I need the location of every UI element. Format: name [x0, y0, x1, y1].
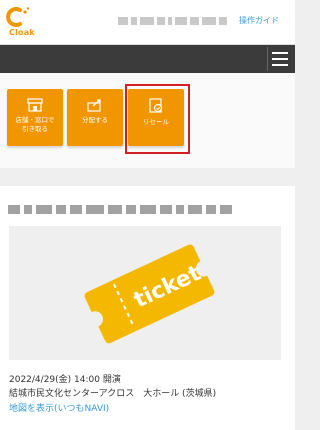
masked-event-title	[8, 202, 270, 216]
ticket-illustration-icon: ticket	[84, 244, 215, 344]
app-header: Cloak 操作ガイド	[0, 0, 295, 45]
masked-user-name	[118, 16, 230, 26]
distribute-label: 分配する	[82, 116, 108, 124]
event-venue: 結城市民文化センターアクロス 大ホール (茨城県)	[9, 389, 217, 399]
top-navbar	[0, 45, 295, 73]
share-icon	[87, 99, 101, 112]
distribute-button[interactable]: 分配する	[67, 89, 123, 146]
section-divider	[0, 168, 295, 186]
cloak-logo[interactable]: Cloak	[6, 6, 42, 40]
store-pickup-label-2: 引き取る	[22, 125, 48, 133]
operation-guide-link[interactable]: 操作ガイド	[239, 15, 279, 26]
ticket-image: ticket	[9, 226, 281, 360]
event-card: ticket 2022/4/29(金) 14:00 開演 結城市民文化センターア…	[0, 186, 295, 430]
store-pickup-button[interactable]: 店舗・窓口で 引き取る	[7, 89, 63, 146]
resale-highlight-frame	[125, 84, 190, 154]
map-link[interactable]: 地図を表示(いつもNAVI)	[9, 401, 109, 414]
logo-text: Cloak	[9, 28, 35, 37]
store-pickup-label-1: 店舗・窓口で	[15, 116, 55, 124]
event-date: 2022/4/29(金) 14:00 開演	[9, 375, 121, 385]
store-icon	[27, 98, 43, 112]
cloak-logo-icon	[6, 7, 30, 27]
hamburger-icon[interactable]	[267, 47, 291, 71]
